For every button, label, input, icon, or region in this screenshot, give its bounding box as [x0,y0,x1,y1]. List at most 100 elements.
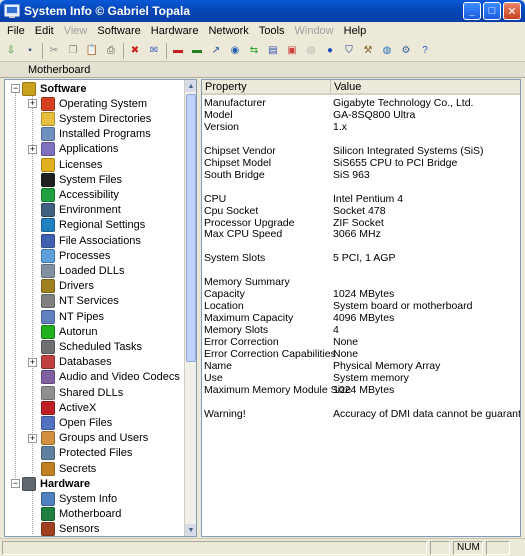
display-icon[interactable]: ▬ [170,43,186,59]
table-row[interactable] [202,240,520,252]
table-row[interactable]: Cpu Socket Socket 478 [202,205,520,217]
copy-icon[interactable]: ❐ [65,43,81,59]
column-header-property[interactable]: Property [202,80,331,95]
table-row[interactable]: Capacity 1024 MBytes [202,288,520,300]
web-icon[interactable]: ◍ [379,43,395,59]
table-row[interactable]: Location System board or motherboard [202,300,520,312]
table-row[interactable] [202,181,520,193]
table-row[interactable]: Name Physical Memory Array [202,360,520,372]
tree-item-regional-settings[interactable]: Regional Settings [41,218,145,233]
tree-item-file-associations[interactable]: File Associations [41,233,141,248]
tree-item-hardware[interactable]: Hardware [22,476,90,491]
expand-icon[interactable]: + [28,433,37,443]
tree-item-operating-system[interactable]: Operating System [41,96,147,111]
tree-item-open-files[interactable]: Open Files [41,415,112,430]
tools-icon[interactable]: ⚒ [360,43,376,59]
column-header-value[interactable]: Value [331,80,520,95]
minimize-button[interactable]: _ [463,2,481,20]
help-icon[interactable]: ? [417,43,433,59]
tree-item-nt-pipes[interactable]: NT Pipes [41,309,104,324]
table-row[interactable] [202,396,520,408]
close-button[interactable]: ✕ [503,2,521,20]
menu-network[interactable]: Network [203,25,253,37]
tree-item-system-info[interactable]: System Info [41,491,117,506]
message-icon[interactable]: ✉ [146,43,162,59]
maximize-button[interactable]: □ [483,2,501,20]
tree-item-audio-and-video-codecs[interactable]: Audio and Video Codecs [41,370,180,385]
tree-item-drivers[interactable]: Drivers [41,279,94,294]
tree-item-scheduled-tasks[interactable]: Scheduled Tasks [41,339,142,354]
menu-hardware[interactable]: Hardware [146,25,204,37]
table-row[interactable]: Maximum Capacity 4096 MBytes [202,312,520,324]
settings-icon[interactable]: ⚙ [398,43,414,59]
tree-item-applications[interactable]: Applications [41,142,118,157]
scroll-down-icon[interactable]: ▼ [185,524,196,536]
cut-icon[interactable]: ✂ [46,43,62,59]
table-row[interactable]: South Bridge SiS 963 [202,169,520,181]
table-row[interactable]: Use System memory [202,372,520,384]
network-icon[interactable]: ● [322,43,338,59]
tree-item-loaded-dlls[interactable]: Loaded DLLs [41,263,124,278]
tree-item-autorun[interactable]: Autorun [41,324,98,339]
stop-icon[interactable]: ✖ [127,43,143,59]
table-row[interactable]: CPU Intel Pentium 4 [202,193,520,205]
table-row[interactable]: Maximum Memory Module Size 1024 MBytes [202,384,520,396]
tree-item-environment[interactable]: Environment [41,203,121,218]
expand-icon[interactable]: + [28,144,37,154]
menu-edit[interactable]: Edit [30,25,59,37]
tree-item-shared-dlls[interactable]: Shared DLLs [41,385,123,400]
menu-tools[interactable]: Tools [254,25,290,37]
tree-item-system-files[interactable]: System Files [41,172,122,187]
table-row[interactable]: Memory Slots 4 [202,324,520,336]
table-row[interactable] [202,264,520,276]
shield-icon[interactable]: ⛉ [341,43,357,59]
tree-item-accessibility[interactable]: Accessibility [41,187,119,202]
save-icon[interactable]: ▪ [22,43,38,59]
tree-item-groups-and-users[interactable]: Groups and Users [41,431,148,446]
table-row[interactable]: Chipset Vendor Silicon Integrated Systems… [202,145,520,157]
tree-item-secrets[interactable]: Secrets [41,461,96,476]
tree-item-databases[interactable]: Databases [41,355,112,370]
tree-item-sensors[interactable]: Sensors [41,522,99,536]
tree-item-system-directories[interactable]: System Directories [41,111,151,126]
tree-item-nt-services[interactable]: NT Services [41,294,119,309]
tree-item-licenses[interactable]: Licenses [41,157,102,172]
monitor-icon[interactable]: ▬ [189,43,205,59]
table-row[interactable]: Chipset Model SiS655 CPU to PCI Bridge [202,157,520,169]
scroll-up-icon[interactable]: ▲ [185,80,196,92]
transfer-icon[interactable]: ⇆ [246,43,262,59]
globe-icon[interactable]: ◉ [227,43,243,59]
expand-icon[interactable]: + [28,99,37,109]
scroll-thumb[interactable] [186,94,196,362]
table-row[interactable]: Processor Upgrade ZIF Socket [202,217,520,229]
menu-file[interactable]: File [2,25,30,37]
table-row[interactable]: Max CPU Speed 3066 MHz [202,228,520,240]
menu-software[interactable]: Software [92,25,145,37]
navigation-tree[interactable]: − Software + Operating System System Directo… [4,79,197,537]
table-row[interactable]: Model GA-8SQ800 Ultra [202,109,520,121]
menu-help[interactable]: Help [339,25,372,37]
tree-item-activex[interactable]: ActiveX [41,400,96,415]
export-icon[interactable]: ⇩ [3,43,19,59]
print-icon[interactable]: ⎙ [103,43,119,59]
cd-icon[interactable]: ◎ [303,43,319,59]
table-row[interactable]: System Slots 5 PCI, 1 AGP [202,252,520,264]
document-icon[interactable]: ▤ [265,43,281,59]
table-row[interactable]: Memory Summary [202,276,520,288]
table-row[interactable]: Warning! Accuracy of DMI data cannot be g… [202,408,520,420]
paste-icon[interactable]: 📋 [84,43,100,59]
table-row[interactable]: Error Correction None [202,336,520,348]
collapse-icon[interactable]: − [11,479,20,489]
tree-scrollbar[interactable]: ▲ ▼ [184,80,196,536]
table-row[interactable]: Error Correction Capabilities None [202,348,520,360]
table-row[interactable]: Manufacturer Gigabyte Technology Co., Ltd… [202,97,520,109]
tree-item-installed-programs[interactable]: Installed Programs [41,127,151,142]
wallpaper-icon[interactable]: ▣ [284,43,300,59]
expand-icon[interactable]: + [28,357,37,367]
tree-item-protected-files[interactable]: Protected Files [41,446,132,461]
tree-item-processes[interactable]: Processes [41,248,110,263]
chart-icon[interactable]: ↗ [208,43,224,59]
table-row[interactable] [202,133,520,145]
tree-item-motherboard[interactable]: Motherboard [41,507,121,522]
tree-item-software[interactable]: Software [22,81,86,96]
